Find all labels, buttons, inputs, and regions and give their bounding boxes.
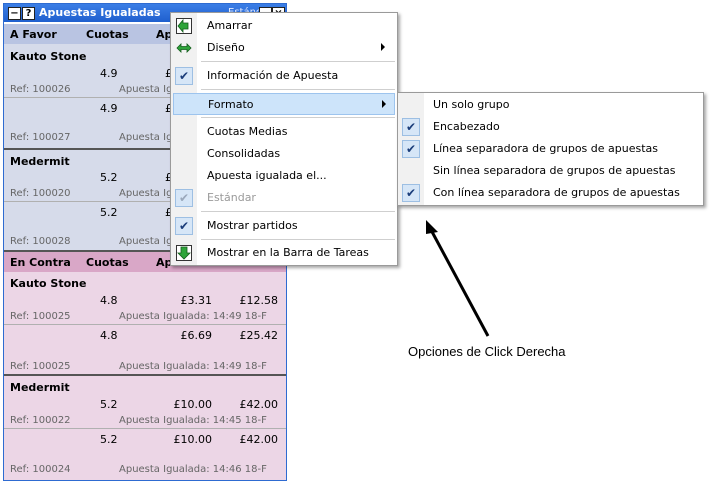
submenu-arrow-icon [381,43,385,51]
menu-item-mostrar-barra[interactable]: Mostrar en la Barra de Tareas [171,242,397,264]
bet-ref: Ref: 100022 [10,415,71,426]
menu-item-estandar: ✔ Estándar [171,187,397,209]
menu-item-label: Consolidadas [207,147,281,160]
submenu-item-linea-separadora[interactable]: ✔ Línea separadora de grupos de apuestas [398,138,703,160]
menu-item-label: Apuesta igualada el... [207,169,327,182]
row-divider [4,324,286,325]
check-icon: ✔ [175,217,193,235]
row-divider [4,428,286,429]
menu-separator [201,61,395,62]
submenu-item-encabezado[interactable]: ✔ Encabezado [398,116,703,138]
minimize-button[interactable]: − [8,7,21,20]
menu-separator [201,117,395,118]
menu-item-label: Formato [208,98,254,111]
group-name: Kauto Stone [10,50,87,63]
bet-matched-time: Apuesta Ig [119,188,173,199]
group-name: Kauto Stone [10,277,87,290]
bet-stake: £3.31 [180,294,213,307]
annotation-caption: Opciones de Click Derecha [408,344,566,359]
formato-submenu: Un solo grupo ✔ Encabezado ✔ Línea separ… [397,92,704,206]
contra-group-medermit: Medermit 5.2 £10.00 £42.00 Ref: 100022 A… [4,376,286,480]
menu-item-label: Amarrar [207,19,253,32]
bet-ref: Ref: 100025 [10,361,71,372]
menu-item-label: Línea separadora de grupos de apuestas [433,142,659,155]
menu-separator [201,89,395,90]
window-title: Apuestas Igualadas [39,6,161,19]
bet-liability: £25.42 [239,329,279,342]
bet-matched-time: Apuesta Ig [119,132,173,143]
bet-matched-time: Apuesta Igualada: 14:45 18-F [119,415,267,426]
menu-item-label: Sin línea separadora de grupos de apuest… [433,164,676,177]
submenu-item-un-solo-grupo[interactable]: Un solo grupo [398,94,703,116]
favor-header-label: A Favor [10,28,57,41]
bet-odds: 5.2 [100,398,118,411]
check-icon: ✔ [402,118,420,136]
contra-header-label: En Contra [10,256,71,269]
menu-item-label: Información de Apuesta [207,69,339,82]
menu-item-label: Un solo grupo [433,98,510,111]
taskbar-down-arrow-icon [176,245,192,261]
bet-stake: £10.00 [173,433,213,446]
bet-stake: £6.69 [180,329,213,342]
dock-arrow-icon [176,18,192,34]
context-menu: Amarrar Diseño ✔ Información de Apuesta … [170,12,398,266]
group-name: Medermit [10,155,70,168]
bet-stake: £ [165,67,172,80]
bet-ref: Ref: 100024 [10,464,71,475]
bet-stake: £ [165,171,172,184]
bet-odds: 5.2 [100,433,118,446]
menu-item-label: Mostrar en la Barra de Tareas [207,246,369,259]
bet-matched-time: Apuesta Igualada: 14:46 18-F [119,464,267,475]
submenu-arrow-icon [382,100,386,108]
bet-stake: £10.00 [173,398,213,411]
bet-ref: Ref: 100027 [10,132,71,143]
bet-stake: £ [165,206,172,219]
check-icon: ✔ [402,184,420,202]
bet-matched-time: Apuesta Igualada: 14:49 18-F [119,311,267,322]
bet-ref: Ref: 100028 [10,236,71,247]
bet-odds: 4.8 [100,294,118,307]
help-button[interactable]: ? [22,7,35,20]
menu-item-label: Mostrar partidos [207,219,298,232]
favor-header-odds: Cuotas [86,28,129,41]
bet-ref: Ref: 100025 [10,311,71,322]
check-icon: ✔ [175,67,193,85]
submenu-item-con-linea[interactable]: ✔ Con línea separadora de grupos de apue… [398,182,703,204]
bet-liability: £42.00 [239,398,279,411]
menu-separator [201,211,395,212]
bet-matched-time: Apuesta Igualada: 14:49 18-F [119,361,267,372]
bet-matched-time: Apuesta Ig [119,84,173,95]
check-icon: ✔ [175,189,193,207]
bet-ref: Ref: 100020 [10,188,71,199]
bet-liability: £42.00 [239,433,279,446]
menu-item-label: Encabezado [433,120,500,133]
menu-item-informacion[interactable]: ✔ Información de Apuesta [171,65,397,87]
bet-ref: Ref: 100026 [10,84,71,95]
menu-item-label: Estándar [207,191,256,204]
bet-stake: £ [165,102,172,115]
menu-item-mostrar-partidos[interactable]: ✔ Mostrar partidos [171,215,397,237]
menu-separator [201,239,395,240]
contra-header-odds: Cuotas [86,256,129,269]
bet-odds: 4.8 [100,329,118,342]
menu-item-cuotas-medias[interactable]: Cuotas Medias [171,121,397,143]
check-icon: ✔ [402,140,420,158]
submenu-item-sin-linea[interactable]: Sin línea separadora de grupos de apuest… [398,160,703,182]
menu-item-label: Diseño [207,41,245,54]
menu-item-diseno[interactable]: Diseño [171,37,397,59]
menu-item-apuesta-igualada-el[interactable]: Apuesta igualada el... [171,165,397,187]
resize-arrows-icon [176,40,192,56]
menu-item-consolidadas[interactable]: Consolidadas [171,143,397,165]
contra-group-kauto-stone: Kauto Stone 4.8 £3.31 £12.58 Ref: 100025… [4,272,286,374]
annotation-arrow [426,220,490,337]
menu-item-label: Con línea separadora de grupos de apuest… [433,186,680,199]
group-name: Medermit [10,381,70,394]
bet-matched-time: Apuesta Ig [119,236,173,247]
bet-liability: £12.58 [239,294,279,307]
menu-item-formato[interactable]: Formato [173,93,395,115]
menu-item-label: Cuotas Medias [207,125,288,138]
menu-item-amarrar[interactable]: Amarrar [171,15,397,37]
